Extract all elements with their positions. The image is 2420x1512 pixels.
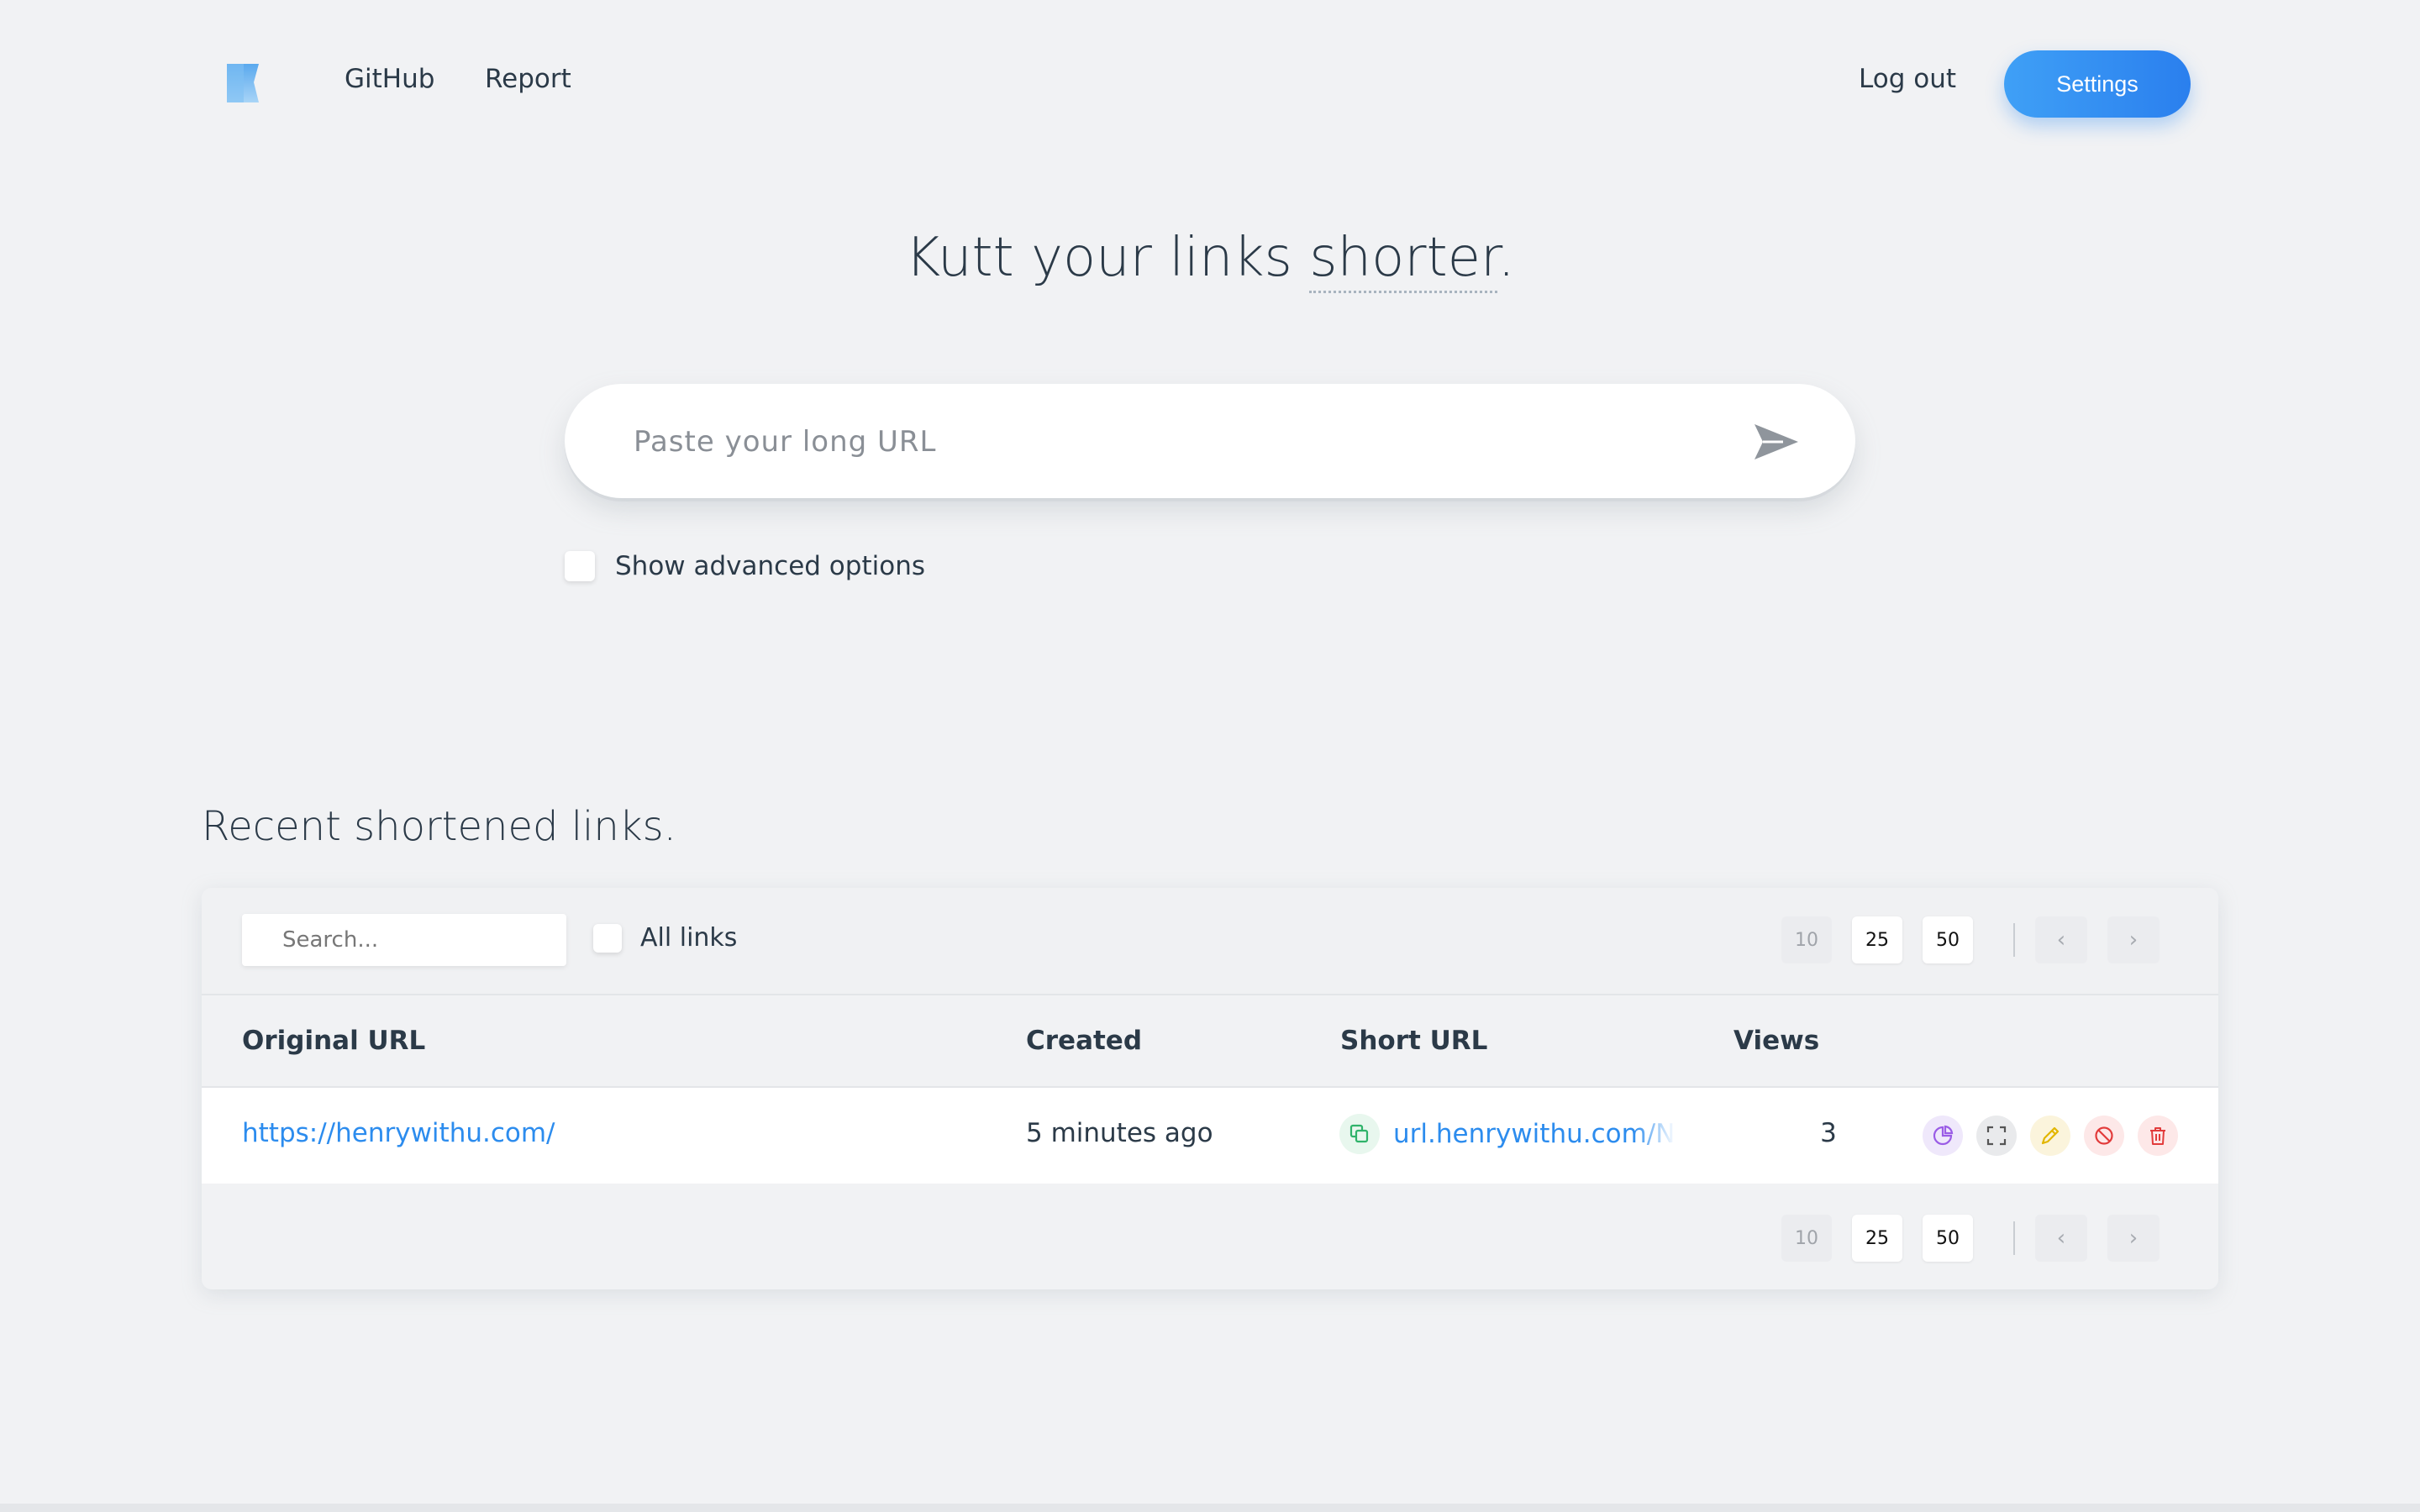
table-row: https://henrywithu.com/ 5 minutes ago ur…: [202, 1088, 2218, 1184]
previous-page-button[interactable]: ‹: [2035, 1215, 2087, 1262]
search-input[interactable]: [242, 914, 566, 966]
header: GitHub Report Log out Settings: [0, 0, 2420, 168]
column-short-url: Short URL: [1340, 1026, 1488, 1056]
short-url-cell: url.henrywithu.com/N4k: [1339, 1114, 1676, 1154]
column-views: Views: [1733, 1026, 1820, 1056]
settings-button[interactable]: Settings: [2004, 50, 2191, 118]
page-size-25[interactable]: 25: [1852, 916, 1902, 963]
advanced-options-label: Show advanced options: [615, 551, 925, 581]
ban-icon[interactable]: [2084, 1116, 2124, 1156]
pagination-divider: [2013, 923, 2015, 957]
page-size-10[interactable]: 10: [1781, 1215, 1832, 1262]
advanced-options-checkbox[interactable]: [565, 551, 595, 581]
page-title-period: .: [1497, 227, 1515, 289]
page-size-25[interactable]: 25: [1852, 1215, 1902, 1262]
page-size-50[interactable]: 50: [1923, 916, 1973, 963]
links-table: All links 10 25 50 ‹ › Original URL Crea…: [202, 888, 2218, 1289]
footer: [0, 1504, 2420, 1512]
page-title-main: Kutt your links: [905, 227, 1310, 289]
recent-links-title: Recent shortened links.: [202, 803, 676, 850]
original-url-link[interactable]: https://henrywithu.com/: [242, 1118, 555, 1148]
url-form: [565, 384, 1855, 498]
all-links-label: All links: [640, 923, 738, 953]
page-size-10[interactable]: 10: [1781, 916, 1832, 963]
edit-icon[interactable]: [2030, 1116, 2070, 1156]
logout-link[interactable]: Log out: [1859, 64, 1956, 94]
previous-page-button[interactable]: ‹: [2035, 916, 2087, 963]
short-url-link[interactable]: url.henrywithu.com/N4k: [1393, 1119, 1676, 1149]
send-icon[interactable]: [1751, 421, 1802, 463]
delete-icon[interactable]: [2138, 1116, 2178, 1156]
views-count: 3: [1820, 1118, 1837, 1148]
all-links-checkbox[interactable]: [593, 923, 622, 953]
stats-icon[interactable]: [1923, 1116, 1963, 1156]
nav-github-link[interactable]: GitHub: [345, 64, 434, 94]
column-created: Created: [1026, 1026, 1143, 1056]
long-url-input[interactable]: [632, 412, 1728, 471]
page-title: Kutt your links shorter.: [0, 227, 2420, 293]
page-title-emphasis: shorter: [1309, 227, 1498, 293]
bottom-pagination: 10 25 50 ‹ ›: [1781, 1215, 2180, 1262]
all-links-toggle[interactable]: All links: [593, 923, 737, 953]
kutt-logo[interactable]: [225, 62, 260, 104]
nav-report-link[interactable]: Report: [485, 64, 571, 94]
qrcode-icon[interactable]: [1976, 1116, 2017, 1156]
created-time: 5 minutes ago: [1026, 1118, 1213, 1148]
copy-icon[interactable]: [1339, 1114, 1380, 1154]
column-original-url: Original URL: [242, 1026, 426, 1056]
table-header: Original URL Created Short URL Views: [202, 994, 2218, 1088]
advanced-options-toggle[interactable]: Show advanced options: [565, 548, 925, 585]
row-actions: [1923, 1116, 2191, 1156]
page-size-50[interactable]: 50: [1923, 1215, 1973, 1262]
pagination-divider: [2013, 1221, 2015, 1255]
table-toolbar: All links 10 25 50 ‹ ›: [202, 888, 2218, 995]
next-page-button[interactable]: ›: [2107, 1215, 2160, 1262]
top-pagination: 10 25 50 ‹ ›: [1781, 916, 2180, 963]
next-page-button[interactable]: ›: [2107, 916, 2160, 963]
